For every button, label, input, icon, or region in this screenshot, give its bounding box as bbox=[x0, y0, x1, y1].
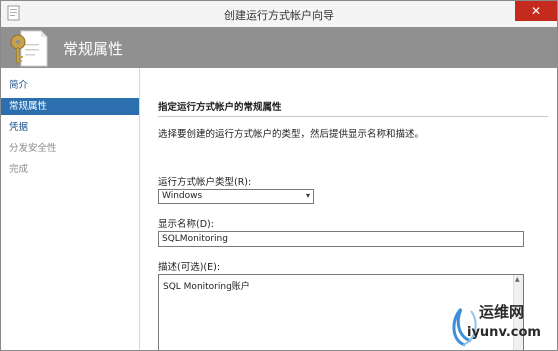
account-type-label: 运行方式帐户类型(R): bbox=[158, 177, 252, 188]
wizard-window: 创建运行方式帐户向导 ✕ 常规属性 简介 常规属性 凭据 分发安全性 完成 指定… bbox=[0, 0, 558, 351]
scroll-up-icon[interactable]: ▲ bbox=[515, 276, 520, 283]
watermark-swirl-icon bbox=[452, 307, 477, 347]
section-divider bbox=[158, 116, 548, 117]
window-title: 创建运行方式帐户向导 bbox=[224, 9, 334, 22]
nav-item-distribution-security: 分发安全性 bbox=[9, 143, 57, 154]
property-page-icon bbox=[10, 30, 48, 67]
nav-item-credentials[interactable]: 凭据 bbox=[1, 119, 139, 136]
description-label: 描述(可选)(E): bbox=[158, 262, 221, 273]
title-bar[interactable]: 创建运行方式帐户向导 ✕ bbox=[1, 1, 557, 27]
nav-item-completion: 完成 bbox=[9, 164, 29, 175]
display-name-input[interactable]: SQLMonitoring bbox=[158, 231, 524, 247]
watermark-brand: 运维网 bbox=[479, 303, 525, 321]
watermark-domain: iyunv.com bbox=[467, 325, 541, 340]
display-name-label: 显示名称(D): bbox=[158, 219, 214, 230]
nav-item-intro[interactable]: 简介 bbox=[1, 77, 139, 94]
page-title: 常规属性 bbox=[63, 40, 124, 58]
account-type-select[interactable]: Windows ▾ bbox=[158, 189, 314, 204]
nav-item-general-properties[interactable]: 常规属性 bbox=[1, 98, 139, 115]
page-header: 常规属性 bbox=[1, 27, 557, 68]
section-description: 选择要创建的运行方式帐户的类型，然后提供显示名称和描述。 bbox=[158, 129, 425, 140]
section-title: 指定运行方式帐户的常规属性 bbox=[158, 102, 282, 113]
wizard-step-nav: 简介 常规属性 凭据 分发安全性 完成 bbox=[1, 68, 139, 350]
close-icon: ✕ bbox=[530, 4, 542, 18]
chevron-down-icon: ▾ bbox=[305, 191, 310, 200]
site-watermark: 运维网 iyunv.com bbox=[449, 297, 557, 350]
display-name-value: SQLMonitoring bbox=[162, 234, 228, 244]
close-button[interactable]: ✕ bbox=[515, 1, 557, 21]
account-type-value: Windows bbox=[162, 191, 203, 201]
description-value: SQL Monitoring账户 bbox=[163, 282, 250, 292]
